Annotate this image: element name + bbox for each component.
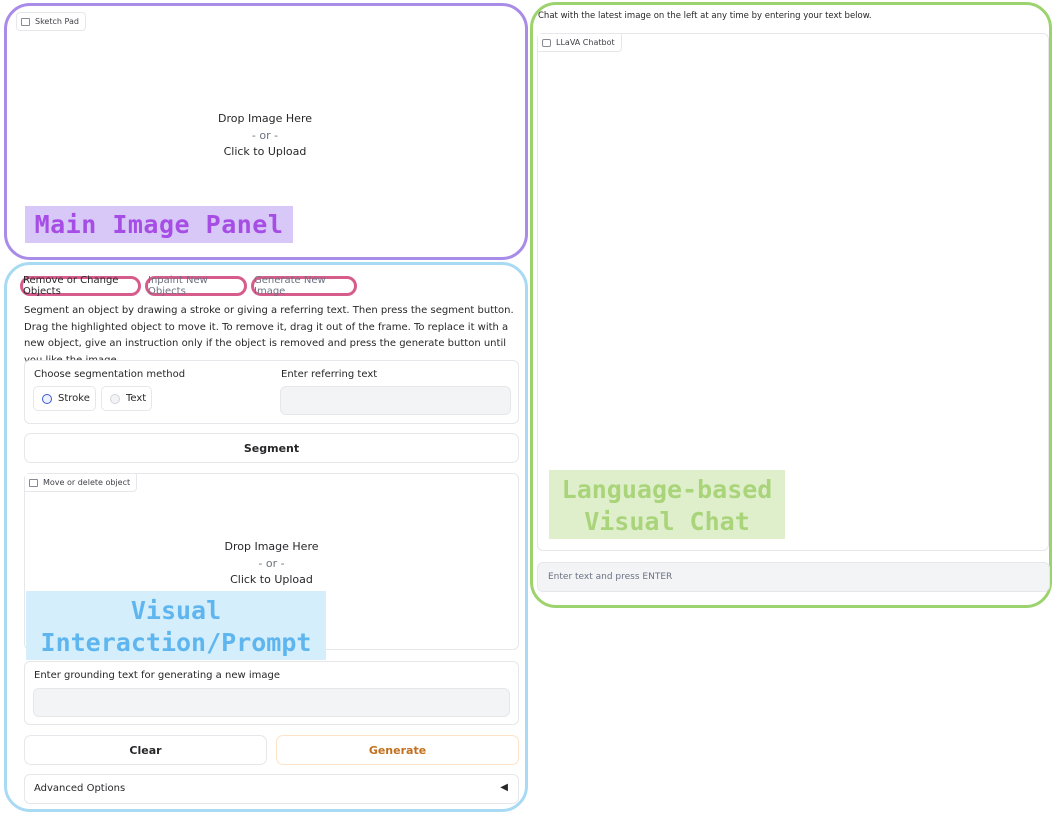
chat-input[interactable]: Enter text and press ENTER [537,562,1050,592]
image-icon [21,17,30,26]
visual-interaction-annotation: Visual Interaction/Prompt [26,591,326,660]
click-to-upload-text: Click to Upload [223,145,307,158]
language-visual-chat-annotation-line2: Visual Chat [584,507,750,536]
click-to-upload-text: Click to Upload [230,573,313,586]
move-or-delete-label: Move or delete object [25,474,138,492]
sketch-pad-upload-area[interactable]: Drop Image Here - or - Click to Upload [10,111,520,161]
sketch-pad-label: Sketch Pad [16,12,86,31]
referring-text-input[interactable] [280,386,511,415]
drop-image-text: Drop Image Here [224,540,319,553]
or-text: - or - [251,128,279,142]
segmentation-block: Choose segmentation method Stroke Text E… [24,360,519,424]
clear-button-label: Clear [129,743,162,757]
advanced-options-label: Advanced Options [34,783,126,794]
generate-button[interactable]: Generate [276,735,519,765]
move-or-delete-label-text: Move or delete object [43,478,131,487]
grounding-text-input[interactable] [33,688,510,717]
visual-interaction-annotation-line2: Interaction/Prompt [40,628,312,657]
tab-remove-or-change-objects[interactable]: Remove or Change Objects [20,275,141,297]
sketch-pad-label-text: Sketch Pad [35,17,79,26]
chat-icon [542,38,551,47]
advanced-options-accordion[interactable]: Advanced Options ◀ [24,774,519,804]
referring-text-label: Enter referring text [281,369,378,380]
or-text: - or - [258,556,285,570]
llava-chatbot-label: LLaVA Chatbot [538,34,622,52]
llava-chatbot-label-text: LLaVA Chatbot [556,38,615,47]
grounding-text-label: Enter grounding text for generating a ne… [34,670,280,681]
drop-image-text: Drop Image Here [218,112,312,125]
image-icon [29,478,38,487]
chat-input-placeholder: Enter text and press ENTER [548,572,673,582]
language-visual-chat-annotation-line1: Language-based [561,475,773,504]
tab-label: Generate New Image [254,275,326,297]
generate-button-label: Generate [368,743,427,757]
radio-text-label: Text [126,393,147,404]
tab-label: Remove or Change Objects [23,275,119,297]
clear-button[interactable]: Clear [24,735,267,765]
main-image-panel-annotation: Main Image Panel [25,206,293,243]
tab-generate-new-image[interactable]: Generate New Image [251,275,357,297]
radio-stroke[interactable]: Stroke [33,386,96,411]
language-visual-chat-annotation: Language-based Visual Chat [549,470,785,539]
grounding-block: Enter grounding text for generating a ne… [24,661,519,725]
collapse-arrow-icon[interactable]: ◀ [500,782,508,793]
radio-stroke-label: Stroke [58,393,90,404]
tab-label: Inpaint New Objects [148,275,208,297]
segment-button-label: Segment [243,441,300,455]
chat-intro-text: Chat with the latest image on the left a… [538,11,872,21]
tab-inpaint-new-objects[interactable]: Inpaint New Objects [145,275,247,297]
move-panel-upload-area[interactable]: Drop Image Here - or - Click to Upload [25,539,518,589]
main-image-panel-annotation-text: Main Image Panel [34,210,284,239]
visual-interaction-annotation-line1: Visual [130,596,222,625]
segment-button[interactable]: Segment [24,433,519,463]
radio-text[interactable]: Text [101,386,152,411]
segmentation-method-label: Choose segmentation method [34,369,186,380]
radio-stroke-indicator [42,393,52,404]
radio-text-indicator [110,393,120,404]
